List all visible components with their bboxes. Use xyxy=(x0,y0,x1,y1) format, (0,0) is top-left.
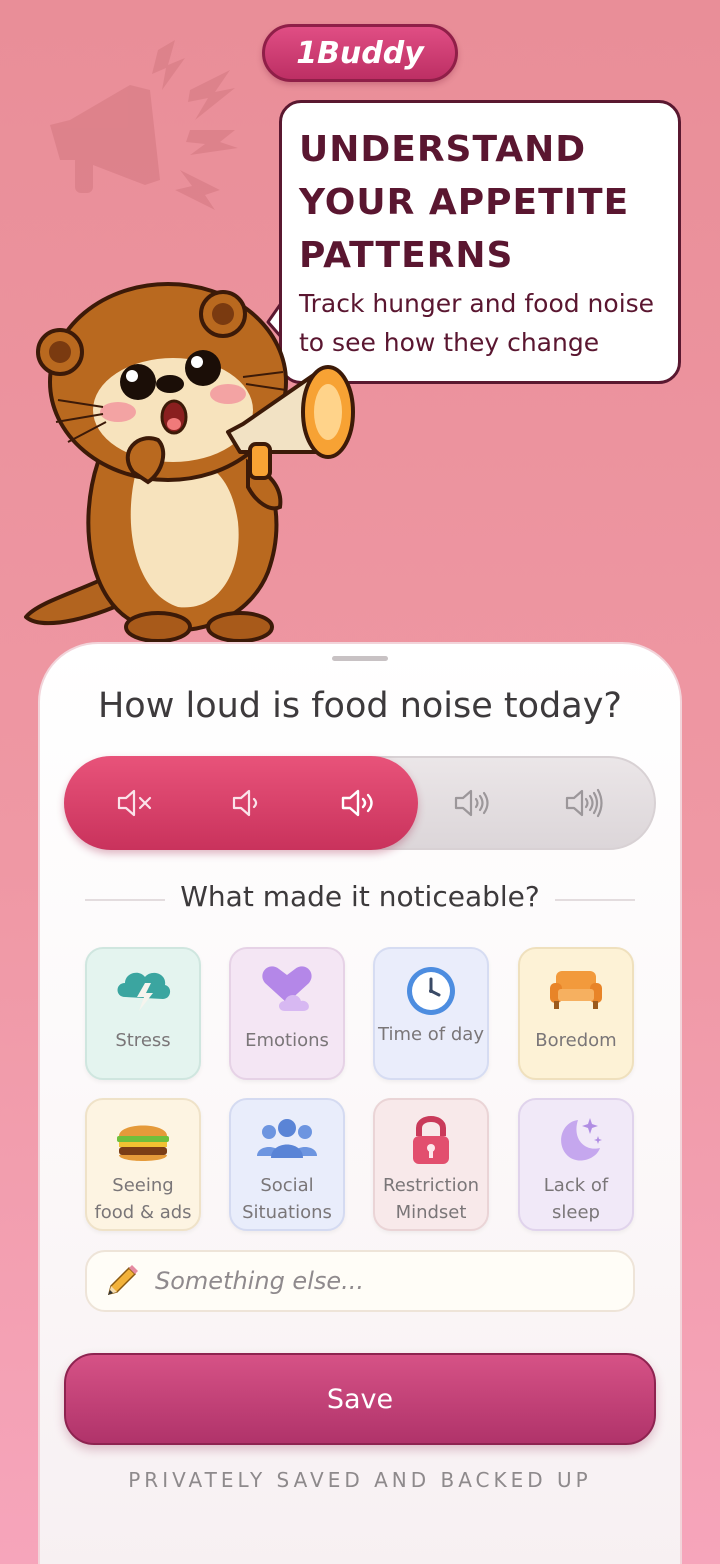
section-title: What made it noticeable? xyxy=(180,880,540,913)
headline-line: UNDERSTAND xyxy=(299,129,587,170)
trigger-boredom[interactable]: Boredom xyxy=(518,947,634,1080)
trigger-label: Stress xyxy=(115,1030,171,1051)
trigger-time-of-day[interactable]: Time of day xyxy=(373,947,489,1080)
speaker-low-icon xyxy=(232,789,258,817)
heart-cloud-icon xyxy=(262,966,312,1011)
moon-stars-icon xyxy=(561,1118,602,1161)
trigger-label: Social Situations xyxy=(242,1175,332,1223)
other-trigger-field[interactable] xyxy=(85,1250,635,1312)
couch-icon xyxy=(550,971,602,1009)
trigger-lack-of-sleep[interactable]: Lack of sleep xyxy=(518,1098,634,1231)
trigger-label: Restriction Mindset xyxy=(383,1175,479,1223)
clock-icon xyxy=(407,967,455,1015)
trigger-label: Seeing food & ads xyxy=(94,1175,192,1223)
trigger-stress[interactable]: Stress xyxy=(85,947,201,1080)
other-trigger-input[interactable] xyxy=(155,1267,595,1295)
pencil-icon xyxy=(107,1265,138,1296)
otter-mascot-illustration xyxy=(24,282,355,643)
trigger-label: Emotions xyxy=(245,1030,329,1051)
privacy-note: PRIVATELY SAVED AND BACKED UP xyxy=(128,1468,592,1492)
people-icon xyxy=(257,1119,317,1158)
trigger-label: Time of day xyxy=(378,1024,484,1045)
lock-icon xyxy=(413,1116,449,1164)
trigger-label: Lack of sleep xyxy=(543,1175,609,1223)
headline: UNDERSTAND YOUR APPETITE PATTERNS xyxy=(299,123,662,282)
volume-loud-option[interactable] xyxy=(448,778,498,828)
speaker-max-icon xyxy=(565,788,603,818)
volume-muted-option[interactable] xyxy=(110,778,160,828)
volume-medium-option[interactable] xyxy=(334,778,384,828)
save-button[interactable]: Save xyxy=(64,1353,656,1445)
trigger-emotions[interactable]: Emotions xyxy=(229,947,345,1080)
trigger-social-situations[interactable]: Social Situations xyxy=(229,1098,345,1231)
trigger-label: Boredom xyxy=(535,1030,617,1051)
speaker-loud-icon xyxy=(454,789,489,817)
sheet-grabber-handle[interactable] xyxy=(332,656,388,661)
question-title: How loud is food noise today? xyxy=(97,686,623,726)
volume-quiet-option[interactable] xyxy=(223,778,273,828)
volume-very-loud-option[interactable] xyxy=(560,778,610,828)
burger-icon xyxy=(117,1125,169,1161)
headline-line: YOUR APPETITE xyxy=(299,182,630,223)
app-name: 1Buddy xyxy=(296,35,424,71)
app-logo: 1Buddy xyxy=(262,24,458,82)
storm-cloud-icon xyxy=(117,972,171,1011)
trigger-restriction-mindset[interactable]: Restriction Mindset xyxy=(373,1098,489,1231)
speaker-muted-icon xyxy=(117,789,152,817)
speaker-medium-icon xyxy=(341,789,373,817)
trigger-seeing-food[interactable]: Seeing food & ads xyxy=(85,1098,201,1231)
megaphone-decoration-icon xyxy=(50,40,238,210)
